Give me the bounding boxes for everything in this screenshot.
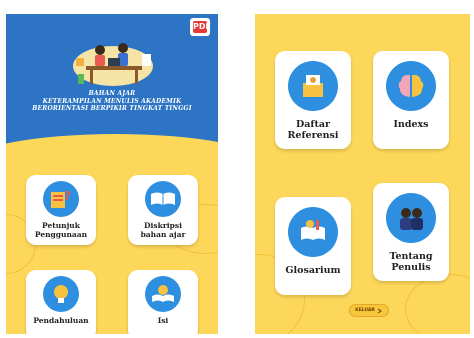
students-illustration-icon: [73, 43, 153, 86]
home-screen: PDF BAHAN AJAR KETERAMPILAN MENULIS AKAD…: [6, 14, 218, 334]
pdf-icon: PDF: [193, 21, 211, 33]
menu-label: Pendahuluan: [33, 316, 89, 325]
menu-petunjuk-penggunaan[interactable]: ? Petunjuk Penggunaan: [26, 175, 96, 245]
open-book-icon: [145, 181, 181, 217]
menu-tentang-penulis[interactable]: Tentang Penulis: [373, 183, 449, 281]
menu-indexs[interactable]: Indexs: [373, 51, 449, 149]
pdf-button[interactable]: PDF: [190, 18, 211, 36]
menu-screen: Daftar Referensi Indexs Glosarium Tentan…: [255, 14, 470, 334]
guide-book-icon: ?: [43, 181, 79, 217]
menu-glosarium[interactable]: Glosarium: [275, 197, 351, 295]
title-line-3: BERORIENTASI BERPIKIR TINGKAT TINGGI: [32, 105, 192, 112]
glossary-book-icon: [288, 207, 338, 257]
book-title: BAHAN AJAR KETERAMPILAN MENULIS AKADEMIK…: [14, 90, 210, 113]
reading-book-icon: [145, 276, 181, 312]
menu-daftar-referensi[interactable]: Daftar Referensi: [275, 51, 351, 149]
exit-label: KELUAR: [355, 308, 375, 313]
decorative-curl: [405, 274, 470, 334]
reference-box-icon: [288, 61, 338, 111]
title-line-2: KETERAMPILAN MENULIS AKADEMIK: [42, 97, 182, 105]
header-banner: PDF BAHAN AJAR KETERAMPILAN MENULIS AKAD…: [6, 14, 218, 194]
menu-pendahuluan[interactable]: Pendahuluan: [26, 270, 96, 334]
menu-diskripsi-bahan-ajar[interactable]: Diskripsi bahan ajar: [128, 175, 198, 245]
authors-icon: [386, 193, 436, 243]
menu-isi[interactable]: Isi: [128, 270, 198, 334]
menu-label: Tentang Penulis: [389, 251, 433, 273]
title-line-1: BAHAN AJAR: [88, 90, 136, 97]
exit-arrow-icon: [377, 308, 382, 313]
brain-icon: [386, 61, 436, 111]
menu-label: Glosarium: [285, 265, 341, 276]
exit-button[interactable]: KELUAR: [349, 304, 389, 317]
menu-label: Daftar Referensi: [287, 119, 339, 141]
svg-text:?: ?: [64, 189, 71, 203]
menu-label: Diskripsi bahan ajar: [140, 221, 186, 239]
menu-label: Indexs: [393, 119, 429, 130]
menu-label: Petunjuk Penggunaan: [34, 221, 88, 239]
lightbulb-icon: [43, 276, 79, 312]
menu-label: Isi: [157, 316, 169, 325]
